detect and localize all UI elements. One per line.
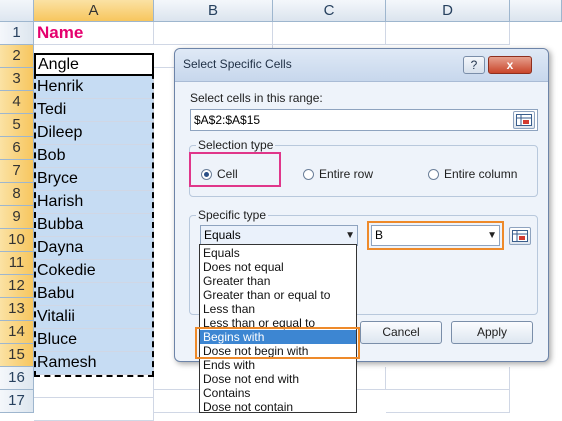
range-picker-icon: [512, 230, 528, 242]
grid-cell[interactable]: [386, 390, 510, 413]
row-header[interactable]: 10: [0, 229, 34, 252]
operator-option[interactable]: Dose not contain: [200, 400, 356, 412]
radio-entire-row[interactable]: Entire row: [303, 167, 373, 181]
apply-button[interactable]: Apply: [451, 321, 533, 344]
close-button[interactable]: x: [488, 56, 532, 74]
row-header[interactable]: 3: [0, 68, 34, 91]
select-all-corner[interactable]: [0, 0, 34, 22]
column-header-c[interactable]: C: [273, 0, 386, 22]
row-header[interactable]: 14: [0, 321, 34, 344]
cell-a7[interactable]: Bryce: [34, 168, 154, 191]
row-header[interactable]: 4: [0, 91, 34, 114]
grid-cell[interactable]: [386, 22, 510, 45]
grid-cell[interactable]: [273, 22, 386, 45]
row-header[interactable]: 8: [0, 183, 34, 206]
cell-a8[interactable]: Harish: [34, 191, 154, 214]
operator-option[interactable]: Greater than or equal to: [200, 288, 356, 302]
radio-icon: [428, 169, 439, 180]
dropdown-arrow-icon: ▼: [345, 230, 355, 241]
operator-option[interactable]: Less than: [200, 302, 356, 316]
dropdown-arrow-icon: ▼: [487, 230, 497, 241]
cell-a12[interactable]: Babu: [34, 283, 154, 306]
grid-cell[interactable]: [386, 367, 510, 390]
cell-a13[interactable]: Vitalii: [34, 306, 154, 329]
row-header[interactable]: 15: [0, 344, 34, 367]
row-header[interactable]: 5: [0, 114, 34, 137]
operator-option[interactable]: Less than or equal to: [200, 316, 356, 330]
operator-option[interactable]: Dose not begin with: [200, 344, 356, 358]
cell-a11[interactable]: Cokedie: [34, 260, 154, 283]
cell-a1-header[interactable]: Name: [34, 22, 154, 45]
row-header[interactable]: 12: [0, 275, 34, 298]
row-header[interactable]: 16: [0, 367, 34, 390]
cell-a4[interactable]: Tedi: [34, 99, 154, 122]
specific-type-legend: Specific type: [196, 208, 269, 222]
row-header[interactable]: 7: [0, 160, 34, 183]
operator-dropdown[interactable]: Equals ▼: [200, 225, 358, 246]
cell-a6[interactable]: Bob: [34, 145, 154, 168]
row-header[interactable]: 1: [0, 22, 34, 45]
dialog-title: Select Specific Cells: [183, 57, 292, 71]
operator-option[interactable]: Ends with: [200, 358, 356, 372]
radio-entire-row-label: Entire row: [319, 167, 374, 181]
cell-a3[interactable]: Henrik: [34, 76, 154, 99]
operator-dropdown-list: Equals Does not equal Greater than Great…: [199, 244, 357, 413]
value-picker-button[interactable]: [509, 227, 531, 245]
cell-a5[interactable]: Dileep: [34, 122, 154, 145]
grid-cell[interactable]: [154, 22, 273, 45]
radio-entire-column-label: Entire column: [444, 167, 518, 181]
cell-a17[interactable]: [34, 398, 154, 421]
help-button[interactable]: ?: [463, 56, 485, 74]
column-header-e[interactable]: [510, 0, 562, 22]
radio-cell[interactable]: Cell: [201, 167, 238, 181]
operator-option[interactable]: Contains: [200, 386, 356, 400]
row-header[interactable]: 17: [0, 390, 34, 413]
row-header[interactable]: 9: [0, 206, 34, 229]
selection-type-legend: Selection type: [196, 138, 276, 152]
range-picker-icon: [516, 114, 532, 126]
radio-icon: [201, 169, 212, 180]
operator-option[interactable]: Equals: [200, 246, 356, 260]
cell-a10[interactable]: Dayna: [34, 237, 154, 260]
cell-a16[interactable]: [34, 375, 154, 398]
column-header-b[interactable]: B: [154, 0, 273, 22]
radio-entire-column[interactable]: Entire column: [428, 167, 517, 181]
operator-selected-value: Equals: [204, 228, 241, 242]
range-label: Select cells in this range:: [190, 91, 323, 105]
range-input[interactable]: $A$2:$A$15: [190, 109, 538, 131]
row-header[interactable]: 13: [0, 298, 34, 321]
row-header[interactable]: 11: [0, 252, 34, 275]
value-combo-text: B: [375, 228, 384, 242]
cell-a14[interactable]: Bluce: [34, 329, 154, 352]
value-combo[interactable]: B ▼: [371, 225, 500, 246]
column-header-a[interactable]: A: [34, 0, 154, 22]
radio-icon: [303, 169, 314, 180]
cell-a9[interactable]: Bubba: [34, 214, 154, 237]
operator-option[interactable]: Dose not end with: [200, 372, 356, 386]
cell-a2[interactable]: Angle: [34, 53, 154, 76]
operator-option-highlighted[interactable]: Begins with: [200, 330, 356, 344]
operator-option[interactable]: Does not equal: [200, 260, 356, 274]
operator-option[interactable]: Greater than: [200, 274, 356, 288]
cell-a15[interactable]: Ramesh: [34, 352, 154, 375]
cancel-button[interactable]: Cancel: [360, 321, 442, 344]
radio-cell-label: Cell: [217, 167, 238, 181]
column-header-d[interactable]: D: [386, 0, 510, 22]
row-header[interactable]: 6: [0, 137, 34, 160]
dialog-titlebar[interactable]: Select Specific Cells ? x: [175, 49, 548, 82]
row-header[interactable]: 2: [0, 45, 34, 68]
range-picker-button[interactable]: [513, 111, 535, 129]
